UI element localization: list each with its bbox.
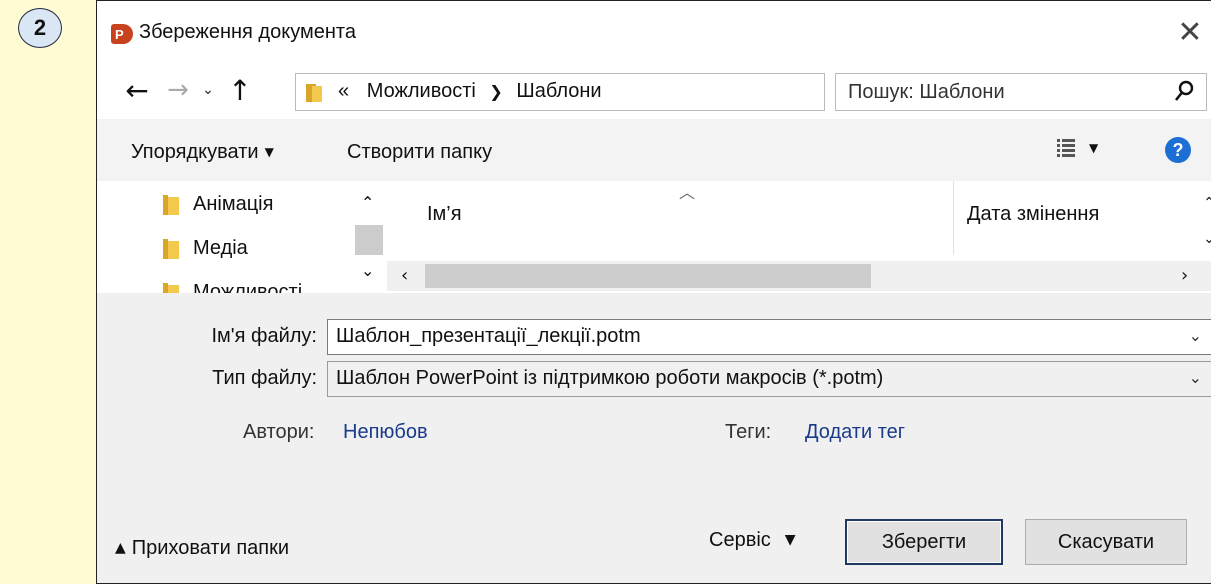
scroll-right-icon[interactable]: › [1181, 265, 1188, 286]
address-bar[interactable]: « Можливості ❯ Шаблони ⌄ ↻ [295, 73, 1006, 111]
up-arrow-icon[interactable]: ↑ [223, 73, 257, 107]
search-input[interactable]: Пошук: Шаблони [835, 73, 1207, 111]
cancel-button[interactable]: Скасувати [1025, 519, 1187, 565]
scroll-down-icon[interactable]: ⌄ [1203, 231, 1211, 247]
hide-folders-button[interactable]: ▲ Приховати папки [115, 537, 289, 560]
column-header-date-modified[interactable]: Дата змінення [967, 203, 1099, 226]
toolbar: Упорядкувати ▼ Створити папку ▼ ? [97, 119, 1211, 181]
folder-icon [306, 84, 322, 102]
dialog-title: Збереження документа [139, 21, 356, 43]
scroll-up-icon[interactable]: ⌃ [1203, 195, 1211, 211]
scroll-thumb[interactable] [355, 225, 383, 255]
file-type-label: Тип файлу: [212, 367, 317, 389]
powerpoint-icon: P [111, 24, 133, 44]
nav-pane-scrollbar[interactable]: ⌃ ⌄ [353, 181, 387, 293]
organize-caret-icon: ▼ [264, 145, 274, 159]
back-arrow-icon[interactable]: ← [119, 73, 155, 107]
breadcrumb: « Можливості ❯ Шаблони [338, 80, 602, 103]
organize-button[interactable]: Упорядкувати ▼ [131, 141, 274, 164]
file-type-value: Шаблон PowerPoint із підтримкою роботи м… [336, 367, 884, 389]
breadcrumb-separator-icon: ❯ [489, 82, 503, 101]
scroll-thumb[interactable] [425, 264, 871, 288]
view-dropdown-icon[interactable]: ▼ [1089, 141, 1098, 155]
service-dropdown-icon: ▼ [784, 532, 796, 548]
folder-icon [163, 238, 179, 259]
column-divider[interactable] [953, 181, 954, 255]
folder-icon [163, 282, 179, 293]
column-header-name[interactable]: Ім’я [427, 203, 462, 226]
title-bar: P Збереження документа ✕ [97, 1, 1211, 63]
service-button[interactable]: Сервіс ▼ [709, 529, 796, 552]
file-type-select[interactable]: Шаблон PowerPoint із підтримкою роботи м… [327, 361, 1211, 397]
navigation-pane: Анімація Медіа Можливості ⌃ ⌄ [97, 181, 387, 293]
help-icon[interactable]: ? [1165, 137, 1191, 163]
file-name-dropdown-icon[interactable]: ⌄ [1189, 326, 1202, 345]
close-button[interactable]: ✕ [1173, 15, 1207, 50]
view-options-icon[interactable] [1057, 139, 1075, 159]
chevron-up-icon: ▲ [115, 540, 126, 556]
save-dialog: P Збереження документа ✕ ← → ⌄ ↑ « Можли… [96, 0, 1211, 584]
scroll-down-icon[interactable]: ⌄ [361, 261, 374, 280]
scroll-up-icon[interactable]: ⌃ [361, 193, 374, 212]
file-name-label: Ім'я файлу: [211, 325, 318, 347]
authors-label: Автори: [243, 421, 315, 443]
tags-value[interactable]: Додати тег [805, 421, 905, 444]
breadcrumb-item-shablony[interactable]: Шаблони [516, 80, 601, 102]
breadcrumb-item-mozhlyvosti[interactable]: Можливості [367, 80, 476, 102]
step-badge: 2 [18, 8, 62, 48]
search-icon[interactable] [1174, 80, 1194, 104]
forward-arrow-icon[interactable]: → [161, 73, 195, 107]
file-type-dropdown-icon[interactable]: ⌄ [1189, 368, 1202, 387]
nav-item-mozhlyvosti[interactable]: Можливості [163, 281, 302, 293]
save-button[interactable]: Зберегти [845, 519, 1003, 565]
nav-item-media[interactable]: Медіа [163, 237, 248, 260]
authors-value[interactable]: Непюбов [343, 421, 428, 444]
navigation-bar: ← → ⌄ ↑ « Можливості ❯ Шаблони ⌄ ↻ Пошук… [97, 63, 1211, 119]
folder-icon [163, 194, 179, 215]
file-name-value: Шаблон_презентації_лекції.potm [336, 325, 641, 347]
recent-locations-chevron-icon[interactable]: ⌄ [195, 73, 221, 107]
file-list: ︿ Ім’я Дата змінення ⌃ ⌄ ‹ › [387, 181, 1211, 293]
sort-ascending-icon: ︿ [679, 183, 696, 202]
breadcrumb-overflow[interactable]: « [338, 80, 349, 102]
nav-item-animatsiia[interactable]: Анімація [163, 193, 273, 216]
tags-label: Теги: [725, 421, 772, 443]
save-options-panel: Ім'я файлу: Шаблон_презентації_лекції.po… [97, 293, 1211, 583]
scroll-left-icon[interactable]: ‹ [401, 265, 408, 286]
file-name-field[interactable]: Шаблон_презентації_лекції.potm ⌄ [327, 319, 1211, 355]
horizontal-scrollbar[interactable]: ‹ › [387, 261, 1211, 291]
search-placeholder: Пошук: Шаблони [848, 81, 1005, 103]
new-folder-button[interactable]: Створити папку [347, 141, 492, 164]
